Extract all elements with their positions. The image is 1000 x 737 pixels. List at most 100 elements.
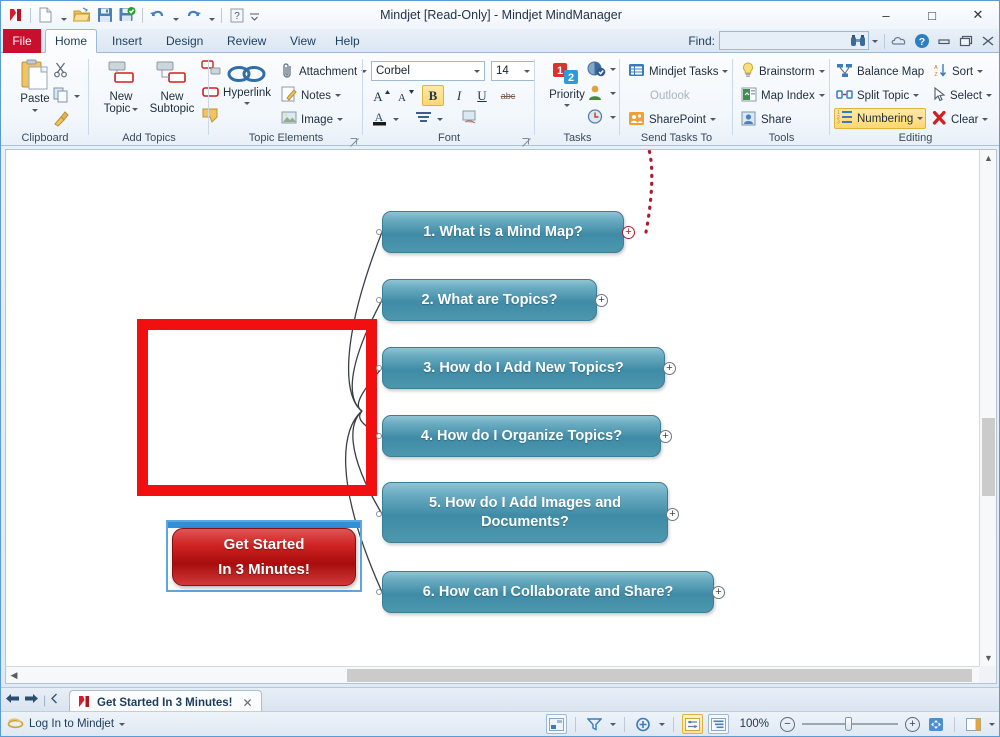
task-info-dropdown-icon[interactable] — [610, 116, 616, 119]
shrink-font-button[interactable]: A — [395, 85, 417, 106]
topic-elements-dialog-launcher[interactable] — [350, 134, 359, 143]
strikethrough-button[interactable]: abc — [495, 85, 521, 106]
nav-back-icon[interactable] — [5, 692, 20, 708]
scroll-left-button[interactable]: ◀ — [6, 667, 22, 684]
fill-color-button[interactable] — [461, 109, 480, 130]
task-pane-icon[interactable] — [963, 714, 984, 734]
numbering-dropdown-icon[interactable] — [917, 117, 923, 120]
image-button[interactable]: Image — [281, 109, 343, 130]
select-dropdown-icon[interactable] — [986, 94, 992, 97]
copy-button[interactable] — [53, 86, 80, 107]
vertical-scrollbar[interactable]: ▲ ▼ — [979, 150, 996, 666]
open-folder-icon[interactable] — [71, 5, 92, 26]
resources-button[interactable] — [587, 83, 616, 104]
topic-6[interactable]: 6. How can I Collaborate and Share? — [382, 571, 714, 613]
save-icon[interactable] — [94, 5, 115, 26]
hyperlink-button[interactable]: Hyperlink — [215, 61, 279, 105]
tab-help[interactable]: Help — [322, 29, 373, 53]
scroll-down-button[interactable]: ▼ — [980, 650, 997, 666]
cut-button[interactable] — [53, 61, 70, 82]
grow-font-button[interactable]: A — [371, 85, 393, 106]
map-canvas[interactable]: Get Started In 3 Minutes! 1. What is a M… — [6, 150, 996, 683]
font-size-combo[interactable]: 14 — [491, 61, 535, 81]
help-icon[interactable]: ? — [226, 5, 247, 26]
tab-file[interactable]: File — [3, 29, 41, 53]
maximize-button[interactable]: □ — [909, 1, 955, 29]
font-color-dropdown-icon[interactable] — [393, 118, 399, 121]
topic-2[interactable]: 2. What are Topics? — [382, 279, 597, 321]
split-topic-dropdown-icon[interactable] — [913, 94, 919, 97]
ribbon-minimize-icon[interactable] — [934, 32, 953, 51]
balanced-view-icon[interactable] — [682, 714, 703, 734]
login-dropdown-icon[interactable] — [119, 723, 125, 726]
new-document-icon[interactable] — [35, 5, 56, 26]
save-to-cloud-icon[interactable] — [117, 5, 138, 26]
tab-review[interactable]: Review — [214, 29, 279, 53]
clear-button[interactable]: Clear — [932, 109, 988, 130]
underline-button[interactable]: U — [471, 85, 493, 106]
topic-5[interactable]: 5. How do I Add Images and Documents? — [382, 482, 668, 543]
map-index-dropdown-icon[interactable] — [819, 94, 825, 97]
topic-4[interactable]: 4. How do I Organize Topics? — [382, 415, 661, 457]
resources-dropdown-icon[interactable] — [610, 92, 616, 95]
select-button[interactable]: Select — [932, 85, 992, 106]
mindjet-tasks-button[interactable]: Mindjet Tasks — [628, 61, 728, 82]
help-circle-icon[interactable]: ? — [912, 32, 931, 51]
progress-button[interactable] — [587, 59, 616, 80]
topic-5-expand-button[interactable]: + — [666, 508, 679, 521]
new-subtopic-button[interactable]: New Subtopic — [141, 59, 203, 115]
document-tab-close-icon[interactable]: ✕ — [242, 696, 252, 710]
cloud-icon[interactable] — [890, 32, 909, 51]
central-topic[interactable]: Get Started In 3 Minutes! — [172, 528, 356, 586]
topic-1-expand-button[interactable]: + — [622, 226, 635, 239]
attachment-button[interactable]: Attachment — [281, 61, 367, 82]
brainstorm-button[interactable]: Brainstorm — [741, 61, 825, 82]
zoom-out-button[interactable]: − — [780, 717, 795, 732]
redo-dropdown-icon[interactable] — [206, 5, 217, 26]
sharepoint-button[interactable]: SharePoint — [628, 109, 716, 130]
find-input[interactable] — [719, 31, 869, 50]
close-button[interactable]: ✕ — [955, 1, 1000, 29]
image-dropdown-icon[interactable] — [337, 118, 343, 121]
align-dropdown-icon[interactable] — [437, 118, 443, 121]
brainstorm-dropdown-icon[interactable] — [819, 70, 825, 73]
bold-button[interactable]: B — [422, 85, 444, 106]
find-binoculars-icon[interactable] — [848, 32, 867, 51]
login-to-mindjet-button[interactable]: Log In to Mindjet — [7, 717, 125, 732]
filter-dropdown-icon[interactable] — [610, 723, 616, 726]
font-family-combo[interactable]: Corbel — [371, 61, 485, 81]
outline-view-icon[interactable] — [708, 714, 729, 734]
zoom-slider[interactable] — [800, 714, 900, 734]
sort-dropdown-icon[interactable] — [977, 70, 983, 73]
zoom-in-button[interactable]: + — [905, 717, 920, 732]
topic-2-expand-button[interactable]: + — [595, 294, 608, 307]
fit-map-icon[interactable] — [925, 714, 946, 734]
new-document-dropdown-icon[interactable] — [58, 5, 69, 26]
numbering-button[interactable]: 123 Numbering — [834, 108, 926, 129]
map-index-button[interactable]: Map Index — [741, 85, 825, 106]
topic-3[interactable]: 3. How do I Add New Topics? — [382, 347, 665, 389]
topic-6-expand-button[interactable]: + — [712, 586, 725, 599]
vertical-scroll-thumb[interactable] — [982, 418, 995, 496]
font-family-dropdown-icon[interactable] — [474, 70, 480, 73]
redo-icon[interactable] — [183, 5, 204, 26]
undo-icon[interactable] — [147, 5, 168, 26]
sort-button[interactable]: AZ Sort — [932, 61, 983, 82]
task-pane-dropdown-icon[interactable] — [989, 723, 995, 726]
font-color-button[interactable]: A — [371, 109, 399, 130]
topic-4-expand-button[interactable]: + — [659, 430, 672, 443]
balance-map-button[interactable]: Balance Map — [836, 61, 924, 82]
copy-dropdown-icon[interactable] — [74, 95, 80, 98]
horizontal-scrollbar[interactable]: ◀ — [6, 666, 979, 683]
font-dialog-launcher[interactable] — [522, 134, 531, 143]
close-document-icon[interactable] — [978, 32, 997, 51]
progress-dropdown-icon[interactable] — [610, 68, 616, 71]
notes-dropdown-icon[interactable] — [335, 94, 341, 97]
task-info-button[interactable] — [587, 107, 616, 128]
format-painter-button[interactable] — [53, 110, 70, 131]
topic-1[interactable]: 1. What is a Mind Map? — [382, 211, 624, 253]
share-button[interactable]: Share — [741, 109, 792, 130]
nav-forward-icon[interactable] — [24, 692, 39, 708]
notes-button[interactable]: Notes — [281, 85, 341, 106]
tab-design[interactable]: Design — [153, 29, 216, 53]
